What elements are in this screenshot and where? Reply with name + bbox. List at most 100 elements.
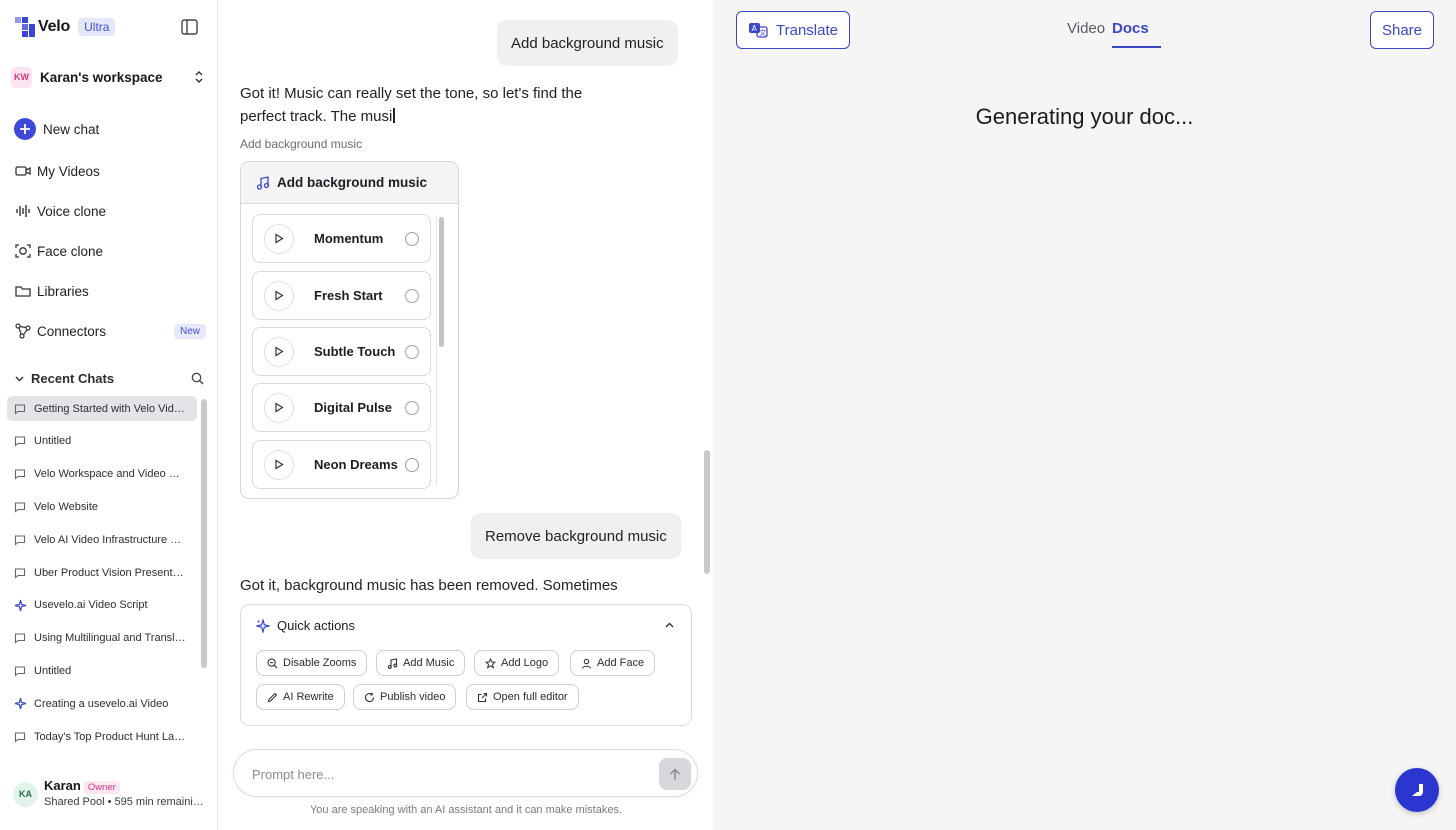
recent-chat-title: Uber Product Vision Presenta… <box>34 566 186 579</box>
track-radio[interactable] <box>405 344 419 359</box>
prompt-input[interactable] <box>252 764 632 784</box>
recent-chat-title: Getting Started with Velo Vid… <box>34 402 185 415</box>
search-icon[interactable] <box>191 372 204 385</box>
play-icon[interactable] <box>264 392 294 423</box>
play-icon[interactable] <box>264 223 294 254</box>
chat-bubble-icon <box>14 730 27 743</box>
share-button[interactable]: Share <box>1370 11 1434 49</box>
quick-action-button[interactable]: Disable Zooms <box>256 650 368 676</box>
track-list-scrollbar[interactable] <box>439 217 444 347</box>
recent-chat-item[interactable]: Velo Website <box>7 494 197 519</box>
recent-chats-title: Recent Chats <box>31 370 115 386</box>
zoom-out-icon <box>267 657 278 669</box>
doc-status-text: Generating your doc... <box>975 104 1194 129</box>
workspace-switcher[interactable]: KW Karan's workspace <box>11 65 204 89</box>
track-name: Neon Dreams <box>314 457 398 472</box>
track-name: Subtle Touch <box>314 344 396 359</box>
chevron-up-down-icon <box>194 70 204 84</box>
play-icon[interactable] <box>264 336 294 367</box>
recent-chat-item[interactable]: Velo Workspace and Video Sc… <box>7 462 197 487</box>
chat-bubble-icon <box>14 566 27 579</box>
recent-chat-item[interactable]: Usevelo.ai Video Script <box>7 593 197 618</box>
sidebar: Velo Ultra KW Karan's workspace New chat… <box>0 0 218 830</box>
external-link-icon <box>477 692 488 703</box>
recent-chat-item[interactable]: Today's Top Product Hunt La… <box>7 724 197 749</box>
music-note-icon <box>256 175 270 190</box>
nav-face-clone-label: Face clone <box>37 243 104 259</box>
chat-bubble-icon <box>14 500 27 513</box>
recent-chat-item[interactable]: Velo AI Video Infrastructure O… <box>7 527 197 552</box>
recent-chat-item[interactable]: Creating a usevelo.ai Video <box>7 691 197 716</box>
music-picker-card: Add background music Momentum Fresh Start… <box>240 161 459 499</box>
quick-action-label: AI Rewrite <box>283 691 334 703</box>
nav-my-videos[interactable]: My Videos <box>14 157 206 185</box>
chat-bubble-icon <box>14 632 27 645</box>
nav-libraries-label: Libraries <box>37 283 89 299</box>
user-profile[interactable]: KA Karan Owner Shared Pool • 595 min rema… <box>13 778 208 810</box>
track-radio[interactable] <box>405 457 419 472</box>
tab-video[interactable]: Video <box>1067 20 1105 48</box>
assistant-line: Got it! Music can really set the tone, s… <box>240 85 583 102</box>
chat-bubble-icon <box>14 468 27 481</box>
track-radio[interactable] <box>405 288 419 303</box>
sidebar-toggle-icon[interactable] <box>181 19 198 35</box>
user-message: Add background music <box>497 20 678 66</box>
send-button[interactable] <box>659 758 691 790</box>
recent-chat-title: Creating a usevelo.ai Video <box>34 697 169 710</box>
quick-actions-header: Quick actions <box>256 618 355 633</box>
music-note-icon <box>387 657 398 669</box>
chat-support-button[interactable] <box>1395 768 1439 812</box>
track-radio[interactable] <box>405 231 419 246</box>
quick-action-label: Add Music <box>403 657 455 669</box>
recent-chat-title: Velo Workspace and Video Sc… <box>34 468 186 481</box>
tool-call-label: Add background music <box>240 137 363 151</box>
tab-docs[interactable]: Docs <box>1112 20 1149 48</box>
quick-action-label: Publish video <box>380 691 446 703</box>
play-icon[interactable] <box>264 449 294 480</box>
music-track-option[interactable]: Fresh Start <box>252 271 431 320</box>
play-icon[interactable] <box>264 280 294 311</box>
nav-connectors[interactable]: Connectors New <box>14 317 206 345</box>
nav-libraries[interactable]: Libraries <box>14 277 206 305</box>
nav-my-videos-label: My Videos <box>37 163 100 179</box>
recent-chat-item[interactable]: Using Multilingual and Transla… <box>7 626 197 651</box>
avatar: KA <box>13 781 38 807</box>
track-radio[interactable] <box>405 400 419 415</box>
music-track-option[interactable]: Neon Dreams <box>252 440 431 489</box>
assistant-message: Got it! Music can really set the tone, s… <box>240 82 620 128</box>
sparkle-icon <box>14 599 27 612</box>
recent-chats-header[interactable]: Recent Chats <box>14 369 204 387</box>
chevron-down-icon <box>14 373 26 384</box>
arrow-up-icon <box>669 767 681 780</box>
sidebar-scrollbar[interactable] <box>201 399 207 668</box>
quick-action-button[interactable]: Add Logo <box>474 650 560 676</box>
new-chat-button[interactable]: New chat <box>14 115 206 143</box>
svg-text:文: 文 <box>759 28 766 37</box>
recent-chat-title: Velo AI Video Infrastructure O… <box>34 533 186 546</box>
sparkle-icon <box>256 618 270 633</box>
quick-action-button[interactable]: Add Music <box>376 650 466 676</box>
quick-action-button[interactable]: AI Rewrite <box>256 684 345 710</box>
translate-button[interactable]: A文 Translate <box>736 11 850 49</box>
recent-chat-item[interactable]: Getting Started with Velo Vid… <box>7 396 197 421</box>
quick-actions-title: Quick actions <box>277 618 356 633</box>
quick-action-button[interactable]: Add Face <box>570 650 656 676</box>
brand-name: Velo <box>38 18 71 35</box>
workspace-avatar: KW <box>11 66 32 88</box>
music-track-option[interactable]: Subtle Touch <box>252 327 431 376</box>
brand[interactable]: Velo Ultra <box>15 17 116 37</box>
nav-voice-clone[interactable]: Voice clone <box>14 197 206 225</box>
active-tab-indicator <box>1112 46 1161 48</box>
support-chat-icon <box>1412 784 1423 796</box>
translate-label: Translate <box>776 21 838 39</box>
nav-face-clone[interactable]: Face clone <box>14 237 206 265</box>
music-track-option[interactable]: Digital Pulse <box>252 383 431 432</box>
quick-action-button[interactable]: Publish video <box>353 684 457 710</box>
chat-scrollbar[interactable] <box>704 450 710 574</box>
recent-chat-item[interactable]: Untitled <box>7 429 197 454</box>
chevron-up-icon[interactable] <box>664 620 675 631</box>
music-track-option[interactable]: Momentum <box>252 214 431 263</box>
recent-chat-item[interactable]: Uber Product Vision Presenta… <box>7 560 197 585</box>
quick-action-button[interactable]: Open full editor <box>466 684 579 710</box>
recent-chat-item[interactable]: Untitled <box>7 658 197 683</box>
